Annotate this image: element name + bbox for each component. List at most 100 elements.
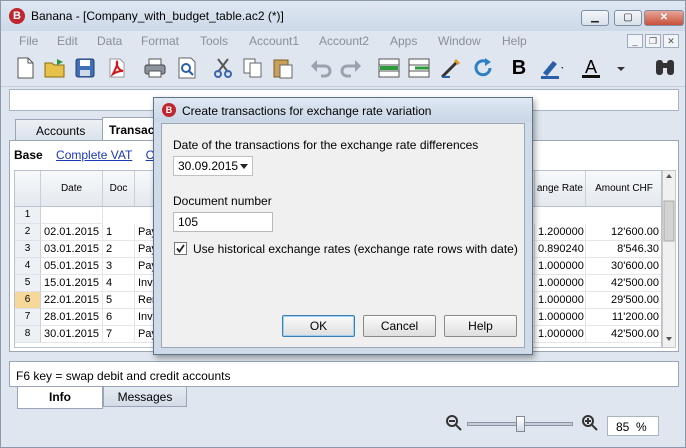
tab-messages[interactable]: Messages: [103, 387, 187, 407]
undo-icon[interactable]: [309, 56, 333, 80]
date-select[interactable]: 30.09.2015: [173, 156, 253, 176]
zoom-out-icon[interactable]: [445, 414, 463, 435]
tab-info[interactable]: Info: [17, 387, 103, 409]
table-cell-doc[interactable]: 4: [103, 275, 135, 292]
table-cell-amount[interactable]: 29'500.00: [586, 292, 661, 309]
banana-logo-icon: B: [9, 8, 25, 24]
table-cell-doc[interactable]: 1: [103, 224, 135, 241]
table-cell-amount[interactable]: 30'600.00: [586, 258, 661, 275]
menu-window[interactable]: Window: [438, 34, 481, 48]
table-cell-exchange-rate[interactable]: 1.000000: [535, 275, 586, 292]
find-icon[interactable]: [653, 56, 677, 80]
zoom-level-field[interactable]: 85 %: [607, 416, 659, 436]
menu-account1[interactable]: Account1: [249, 34, 299, 48]
table-vertical-scrollbar[interactable]: [662, 170, 676, 348]
maximize-button[interactable]: ▢: [614, 10, 642, 26]
mdi-minimize-button[interactable]: _: [627, 34, 643, 48]
table-cell-exchange-rate[interactable]: 0.890240: [535, 241, 586, 258]
table-cell-date[interactable]: [41, 207, 103, 224]
refresh-icon[interactable]: [471, 56, 495, 80]
mdi-close-button[interactable]: ✕: [663, 34, 679, 48]
table-cell-exchange-rate[interactable]: 1.000000: [535, 258, 586, 275]
scrollbar-arrows-icon[interactable]: [663, 171, 675, 347]
table-cell-doc[interactable]: 7: [103, 326, 135, 343]
table-cell-amount[interactable]: 42'500.00: [586, 275, 661, 292]
column-header-exchange-rate[interactable]: ange Rate: [535, 171, 586, 207]
row-number[interactable]: 4: [15, 258, 41, 275]
table-cell-date[interactable]: 02.01.2015: [41, 224, 103, 241]
table-cell-date[interactable]: 05.01.2015: [41, 258, 103, 275]
table-cell-date[interactable]: 03.01.2015: [41, 241, 103, 258]
table-cell-amount[interactable]: 42'500.00: [586, 326, 661, 343]
column-header-doc[interactable]: Doc: [103, 171, 135, 207]
table-cell-exchange-rate[interactable]: 1.200000: [535, 224, 586, 241]
table-cell-exchange-rate[interactable]: 1.000000: [535, 326, 586, 343]
ok-button[interactable]: OK: [282, 315, 355, 337]
row-number[interactable]: 1: [15, 207, 41, 224]
font-color-dropdown-icon[interactable]: [609, 56, 633, 80]
menu-apps[interactable]: Apps: [390, 34, 417, 48]
row-number[interactable]: 3: [15, 241, 41, 258]
help-button[interactable]: Help: [444, 315, 517, 337]
view-base[interactable]: Base: [14, 148, 43, 162]
menu-help[interactable]: Help: [502, 34, 527, 48]
insert-rows-icon[interactable]: [377, 56, 401, 80]
table-cell-doc[interactable]: 5: [103, 292, 135, 309]
paste-icon[interactable]: [271, 56, 295, 80]
table-cell-date[interactable]: 15.01.2015: [41, 275, 103, 292]
row-number[interactable]: 8: [15, 326, 41, 343]
table-cell-amount[interactable]: 11'200.00: [586, 309, 661, 326]
mdi-restore-button[interactable]: ❐: [645, 34, 661, 48]
row-number-selected[interactable]: 6: [15, 292, 41, 309]
column-header-amount-chf[interactable]: Amount CHF: [586, 171, 661, 207]
document-number-input[interactable]: 105: [173, 212, 273, 232]
recheck-accounting-icon[interactable]: [439, 56, 463, 80]
row-number[interactable]: 5: [15, 275, 41, 292]
table-cell-date[interactable]: 22.01.2015: [41, 292, 103, 309]
table-cell-amount[interactable]: 8'546.30: [586, 241, 661, 258]
menu-data[interactable]: Data: [97, 34, 122, 48]
table-cell-date[interactable]: 30.01.2015: [41, 326, 103, 343]
save-icon[interactable]: [73, 56, 97, 80]
info-panel: F6 key = swap debit and credit accounts: [9, 361, 679, 387]
bold-icon[interactable]: B: [507, 56, 531, 80]
print-preview-icon[interactable]: [175, 56, 199, 80]
highlight-icon[interactable]: [539, 56, 563, 80]
table-cell-doc[interactable]: 6: [103, 309, 135, 326]
zoom-slider-thumb[interactable]: [516, 416, 525, 432]
open-file-icon[interactable]: [43, 56, 67, 80]
menu-edit[interactable]: Edit: [57, 34, 78, 48]
row-number[interactable]: 2: [15, 224, 41, 241]
table-cell-exchange-rate[interactable]: 1.000000: [535, 309, 586, 326]
zoom-slider[interactable]: [467, 416, 573, 432]
date-value: 30.09.2015: [178, 159, 239, 173]
column-header-date[interactable]: Date: [41, 171, 103, 207]
menu-file[interactable]: File: [19, 34, 38, 48]
table-cell-date[interactable]: 28.01.2015: [41, 309, 103, 326]
menu-tools[interactable]: Tools: [200, 34, 228, 48]
view-complete-vat[interactable]: Complete VAT: [56, 148, 132, 162]
minimize-button[interactable]: ▁: [581, 10, 609, 26]
pdf-icon[interactable]: [105, 56, 129, 80]
table-cell-doc[interactable]: 3: [103, 258, 135, 275]
table-cell-doc[interactable]: 2: [103, 241, 135, 258]
copy-icon[interactable]: [241, 56, 265, 80]
delete-rows-icon[interactable]: [407, 56, 431, 80]
font-color-icon[interactable]: A: [579, 56, 603, 80]
tab-accounts[interactable]: Accounts: [15, 119, 103, 141]
zoom-in-icon[interactable]: [581, 414, 599, 435]
cut-icon[interactable]: [211, 56, 235, 80]
close-button[interactable]: ✕: [644, 10, 684, 26]
menu-format[interactable]: Format: [141, 34, 179, 48]
redo-icon[interactable]: [339, 56, 363, 80]
menu-account2[interactable]: Account2: [319, 34, 369, 48]
cancel-button[interactable]: Cancel: [363, 315, 436, 337]
historical-rates-checkbox[interactable]: [174, 242, 187, 255]
historical-rates-label[interactable]: Use historical exchange rates (exchange …: [193, 242, 518, 256]
toolbar: B A: [1, 51, 685, 87]
new-file-icon[interactable]: [13, 56, 37, 80]
table-cell-exchange-rate[interactable]: 1.000000: [535, 292, 586, 309]
row-number[interactable]: 7: [15, 309, 41, 326]
print-icon[interactable]: [143, 56, 167, 80]
table-cell-amount[interactable]: 12'600.00: [586, 224, 661, 241]
